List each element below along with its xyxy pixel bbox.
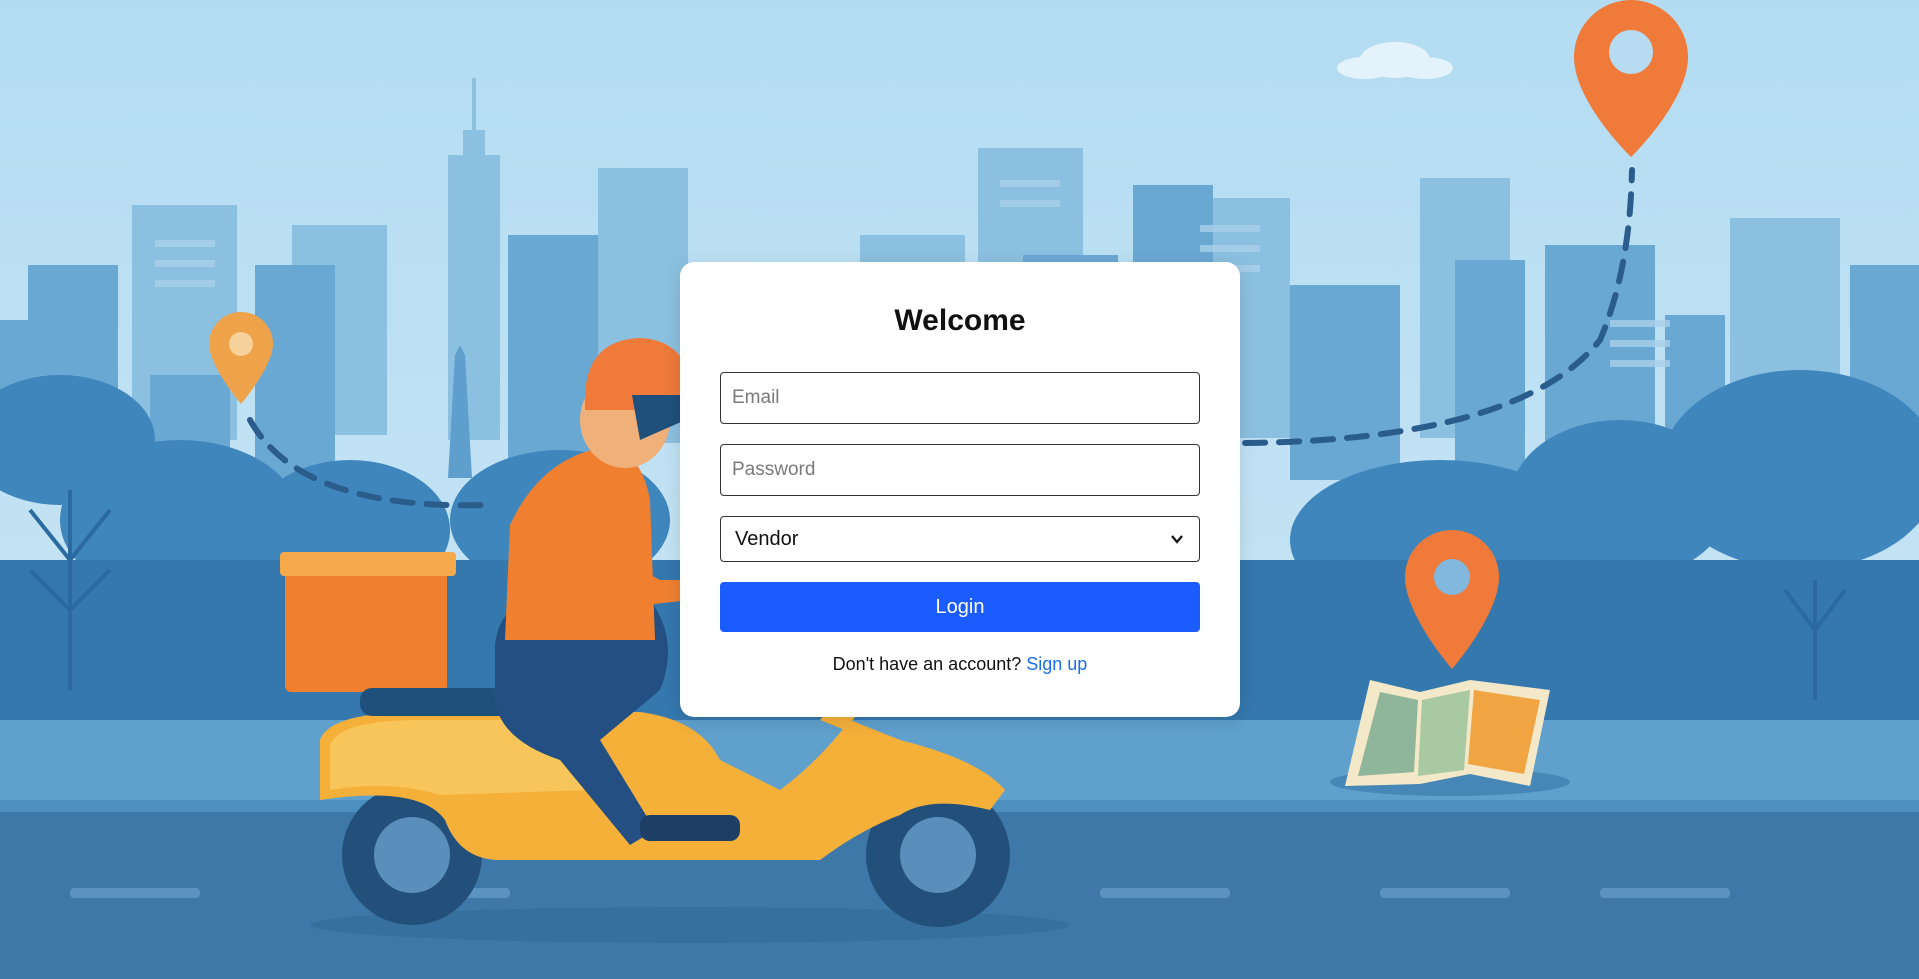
email-input[interactable] — [720, 372, 1200, 424]
welcome-title: Welcome — [894, 304, 1026, 337]
password-input[interactable] — [720, 444, 1200, 496]
signup-prompt-text: Don't have an account? — [832, 654, 1022, 674]
login-card: Welcome Vendor Login Don't have an accou… — [680, 262, 1240, 717]
delivery-box — [280, 552, 456, 692]
role-select-value: Vendor — [735, 527, 799, 550]
signup-link[interactable]: Sign up — [1026, 654, 1087, 674]
role-select[interactable]: Vendor — [720, 516, 1200, 562]
chevron-down-icon — [1171, 535, 1183, 544]
folded-map-icon — [1330, 680, 1570, 796]
login-button[interactable]: Login — [720, 582, 1200, 632]
signup-prompt: Don't have an account? Sign up — [680, 654, 1240, 675]
